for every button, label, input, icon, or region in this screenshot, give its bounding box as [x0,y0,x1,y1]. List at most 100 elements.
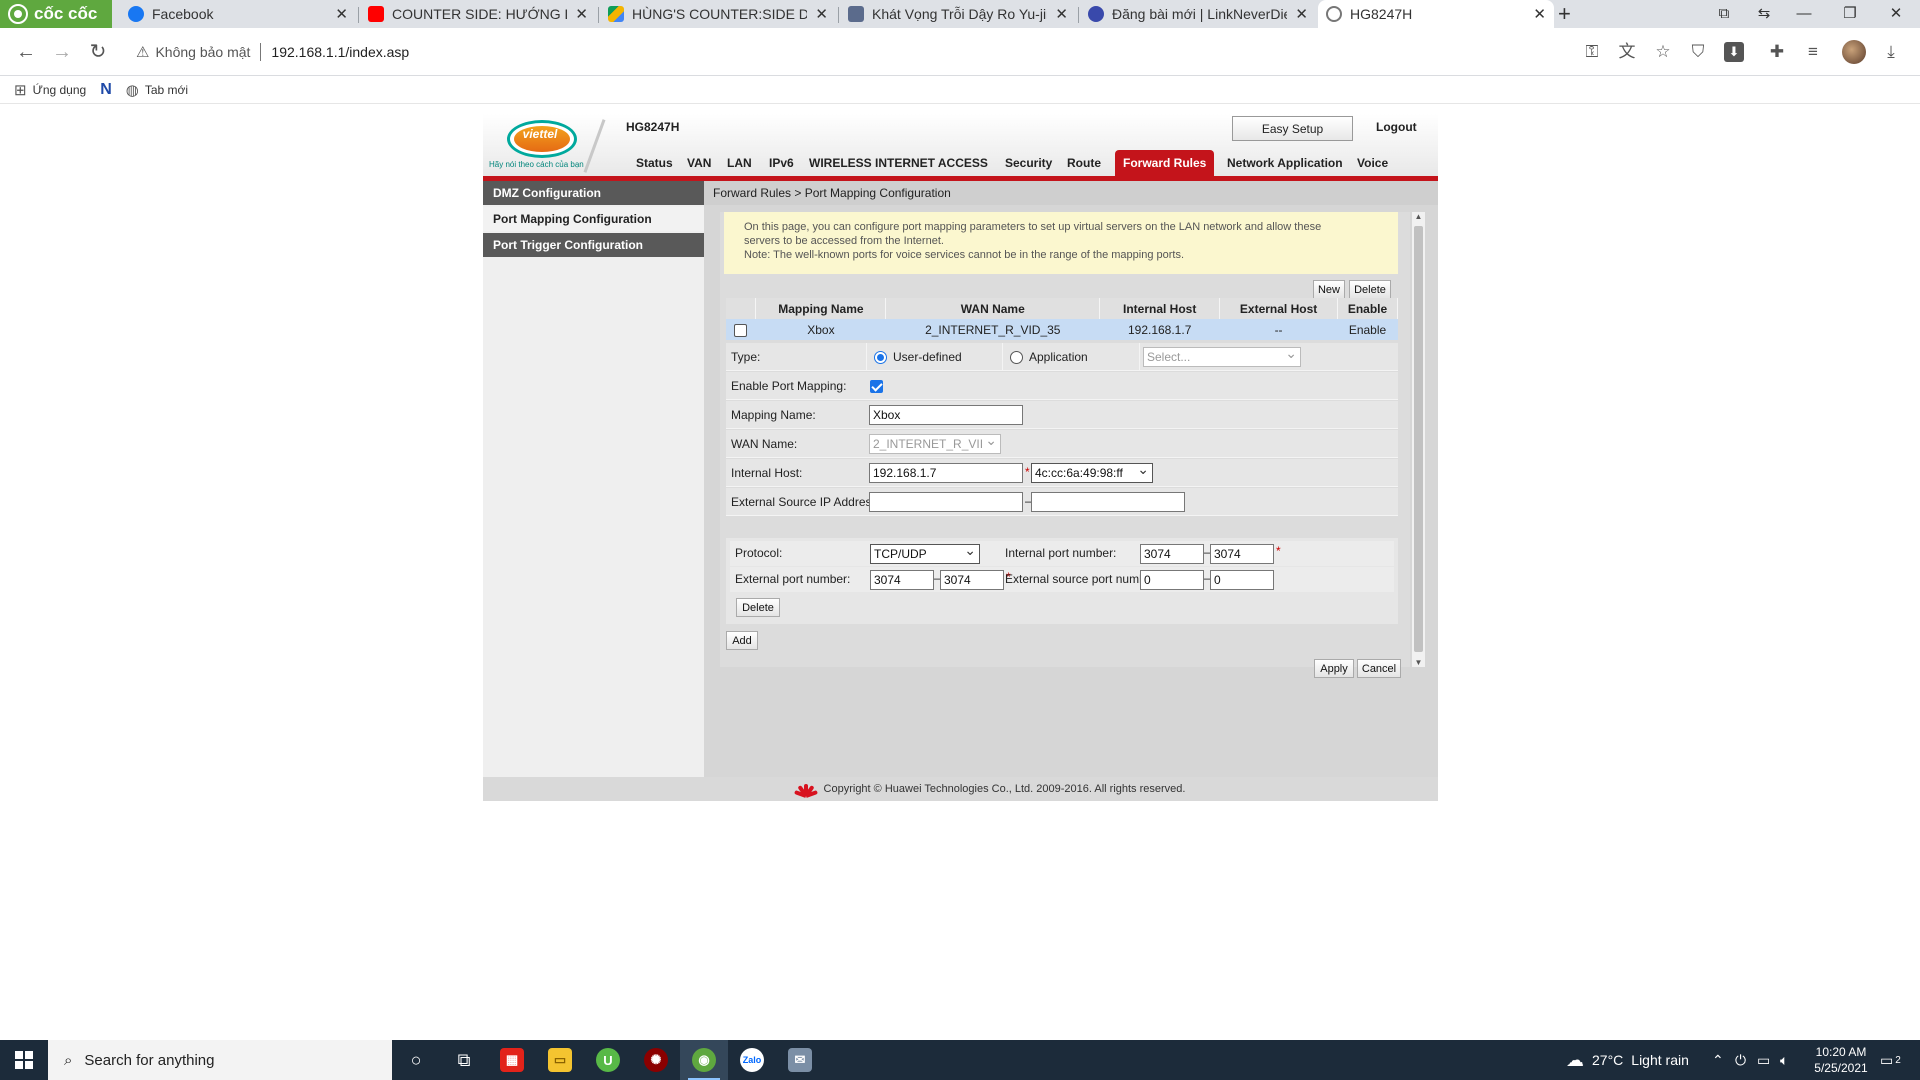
menu-network-application[interactable]: Network Application [1227,150,1343,176]
menu-wireless[interactable]: WIRELESS INTERNET ACCESS [809,150,988,176]
game-app-icon[interactable]: ✺ [632,1040,680,1080]
delete-port-button[interactable]: Delete [736,598,780,617]
close-tab-icon[interactable]: ✕ [815,5,828,23]
scroll-down-icon[interactable]: ▼ [1412,658,1425,667]
network-icon[interactable]: ▭ [1757,1040,1770,1080]
extensions-puzzle-icon[interactable]: ✚ [1767,42,1787,62]
bookmark-n[interactable]: N [100,81,112,99]
external-port-end-input[interactable]: 3074 [940,570,1004,590]
url-text[interactable]: 192.168.1.1/index.asp [271,44,409,60]
row-select-checkbox[interactable] [734,323,748,337]
messenger-app-icon[interactable]: ✉ [776,1040,824,1080]
close-tab-icon[interactable]: ✕ [1533,5,1546,23]
taskbar-search[interactable]: ⌕ Search for anything [48,1040,392,1080]
external-source-port-start-input[interactable]: 0 [1140,570,1204,590]
logout-link[interactable]: Logout [1376,120,1417,134]
profile-avatar[interactable] [1842,40,1866,64]
back-arrow-icon[interactable]: ← [14,40,38,64]
add-port-button[interactable]: Add [726,631,758,650]
restore-icon[interactable]: ❐ [1830,0,1870,28]
tab-youtube[interactable]: COUNTER SIDE: HƯỚNG DẪN ✕ [360,0,596,28]
reload-icon[interactable]: ↻ [86,40,110,64]
menu-route[interactable]: Route [1067,150,1101,176]
address-bar[interactable]: ⚠ Không bảo mật 192.168.1.1/index.asp [124,34,1564,70]
utorrent-icon[interactable]: U [584,1040,632,1080]
external-port-start-input[interactable]: 3074 [870,570,934,590]
application-select[interactable]: Select... [1143,344,1301,367]
tab-facebook[interactable]: Facebook ✕ [120,0,356,28]
bookmark-new-tab[interactable]: ◍ Tab mới [126,81,188,99]
close-tab-icon[interactable]: ✕ [1055,5,1068,23]
scroll-up-icon[interactable]: ▲ [1412,212,1425,221]
type-application-radio[interactable]: Application [1010,350,1088,364]
tab-linkneverdie[interactable]: Đăng bài mới | LinkNeverDie ✕ [1080,0,1316,28]
menu-status[interactable]: Status [636,150,673,176]
download-manager-icon[interactable]: ⬇ [1724,42,1744,62]
protocol-select[interactable]: TCP/UDP [870,541,980,564]
file-explorer-icon[interactable]: ▭ [536,1040,584,1080]
key-icon[interactable]: ⚿ [1582,42,1602,62]
scroll-thumb[interactable] [1414,226,1423,652]
type-user-defined-radio[interactable]: User-defined [874,350,962,364]
close-tab-icon[interactable]: ✕ [1295,5,1308,23]
wan-name-select[interactable]: 2_INTERNET_R_VII [869,434,1001,454]
tab-hg8247h[interactable]: HG8247H ✕ [1318,0,1554,28]
minimize-icon[interactable]: — [1784,0,1824,28]
new-button[interactable]: New [1313,280,1345,299]
coccoc-taskbar-icon[interactable]: ◉ [680,1040,728,1080]
menu-security[interactable]: Security [1005,150,1052,176]
security-status[interactable]: Không bảo mật [155,44,250,60]
sidebar-item-dmz[interactable]: DMZ Configuration [483,181,704,205]
power-icon[interactable]: ⏻ [1735,1040,1746,1080]
system-clock[interactable]: 10:20 AM 5/25/2021 [1806,1044,1876,1076]
external-source-port-end-input[interactable]: 0 [1210,570,1274,590]
task-view-icon[interactable]: ⧉ [440,1040,488,1080]
mapping-name-input[interactable]: Xbox [869,405,1023,425]
internal-port-end-input[interactable]: 3074 [1210,544,1274,564]
tab-google-drive[interactable]: HÙNG'S COUNTER:SIDE DOC ✕ [600,0,836,28]
sidebar-item-port-trigger[interactable]: Port Trigger Configuration [483,233,704,257]
translate-icon[interactable]: 文 [1617,42,1637,62]
cancel-button[interactable]: Cancel [1357,659,1401,678]
bookmark-star-icon[interactable]: ☆ [1653,42,1673,62]
back-forth-icon[interactable]: ⇆ [1744,0,1784,28]
internal-host-input[interactable]: 192.168.1.7 [869,463,1023,483]
warning-icon[interactable]: ⚠ [136,43,149,61]
delete-button[interactable]: Delete [1349,280,1391,299]
external-source-ip-start-input[interactable] [869,492,1023,512]
menu-van[interactable]: VAN [687,150,711,176]
menu-ipv6[interactable]: IPv6 [769,150,794,176]
app-store-icon[interactable]: ▦ [488,1040,536,1080]
internal-host-mac-select[interactable]: 4c:cc:6a:49:98:ff [1031,460,1153,483]
close-tab-icon[interactable]: ✕ [335,5,348,23]
start-button[interactable] [0,1040,48,1080]
easy-setup-button[interactable]: Easy Setup [1232,116,1353,141]
menu-lan[interactable]: LAN [727,150,752,176]
notification-center-icon[interactable]: ▭ 2 [1880,1040,1901,1080]
bookmark-apps[interactable]: ⊞ Ứng dụng [14,81,86,99]
zalo-icon[interactable]: Zalo [728,1040,776,1080]
close-window-icon[interactable]: ✕ [1876,0,1916,28]
external-source-ip-end-input[interactable] [1031,492,1185,512]
coccoc-menu-button[interactable]: cốc cốc [0,0,112,28]
shield-icon[interactable]: ⛉ [1688,42,1708,62]
table-row[interactable]: Xbox 2_INTERNET_R_VID_35 192.168.1.7 -- … [726,319,1398,340]
show-hidden-icons[interactable]: ⌃ [1712,1040,1724,1080]
forward-arrow-icon[interactable]: → [50,40,74,64]
cast-icon[interactable]: ⧉ [1704,0,1744,28]
download-icon[interactable]: ⤓ [1881,42,1901,62]
media-list-icon[interactable]: ≡ [1803,42,1823,62]
sidebar-item-port-mapping[interactable]: Port Mapping Configuration [483,207,704,231]
apply-button[interactable]: Apply [1314,659,1354,678]
menu-forward-rules[interactable]: Forward Rules [1115,150,1215,176]
close-tab-icon[interactable]: ✕ [575,5,588,23]
volume-icon[interactable]: 🔈︎ [1780,1040,1788,1080]
new-tab-icon[interactable]: + [1558,0,1571,28]
internal-port-start-input[interactable]: 3074 [1140,544,1204,564]
enable-port-mapping-checkbox[interactable] [870,380,883,393]
tab-novel[interactable]: Khát Vọng Trỗi Dậy Ro Yu-jin ✕ [840,0,1076,28]
menu-voice[interactable]: Voice [1357,150,1388,176]
cortana-icon[interactable]: ○ [392,1040,440,1080]
weather-widget[interactable]: ☁ 27°C Light rain [1566,1040,1689,1080]
panel-scrollbar[interactable]: ▲ ▼ [1412,212,1425,667]
